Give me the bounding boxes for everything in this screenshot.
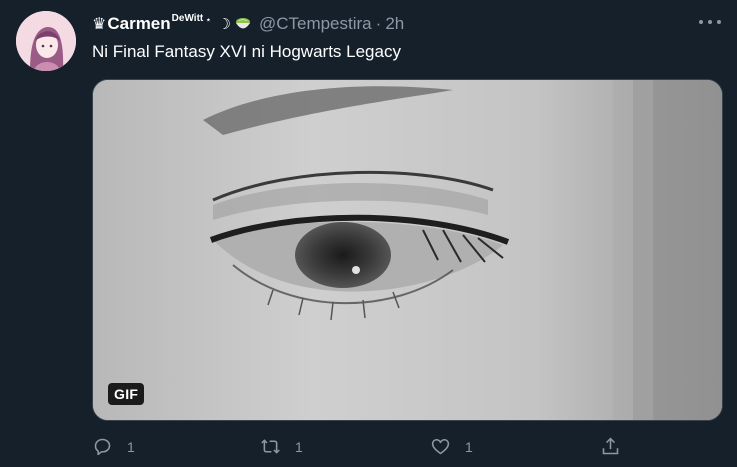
retweet-count: 1 [295, 438, 303, 455]
star-icon: ⋆ [205, 14, 212, 26]
crown-icon: ♛ [92, 16, 107, 33]
matcha-bowl-icon [233, 14, 253, 34]
like-button[interactable]: 1 [430, 436, 473, 457]
avatar-image [16, 11, 76, 71]
timestamp[interactable]: 2h [385, 14, 404, 34]
eye-gif-image [93, 80, 722, 420]
retweet-button[interactable]: 1 [260, 436, 303, 457]
tweet[interactable]: ♛ Carmen DeWitt ⋆ ☽ @CTempestira · 2h Ni… [0, 0, 737, 467]
tweet-text: Ni Final Fantasy XVI ni Hogwarts Legacy [92, 42, 401, 61]
avatar[interactable] [16, 11, 76, 71]
like-count: 1 [465, 438, 473, 455]
tweet-header: ♛ Carmen DeWitt ⋆ ☽ @CTempestira · 2h [92, 12, 404, 36]
more-options-icon[interactable] [699, 14, 721, 30]
author-name-suffix: DeWitt [171, 12, 204, 24]
heart-icon [431, 438, 450, 455]
share-button[interactable] [600, 436, 621, 457]
gif-badge: GIF [108, 383, 145, 405]
moon-icon: ☽ [217, 16, 231, 33]
retweet-icon [261, 439, 280, 454]
reply-count: 1 [127, 438, 135, 455]
separator-dot: · [375, 14, 382, 33]
reply-icon [94, 438, 111, 456]
share-icon [602, 437, 619, 455]
reply-button[interactable]: 1 [92, 436, 135, 457]
author-handle[interactable]: @CTempestira [259, 14, 372, 34]
tweet-actions: 1 1 1 [92, 436, 637, 464]
author-name[interactable]: Carmen [107, 14, 170, 34]
tweet-media-gif[interactable]: GIF [92, 79, 723, 421]
